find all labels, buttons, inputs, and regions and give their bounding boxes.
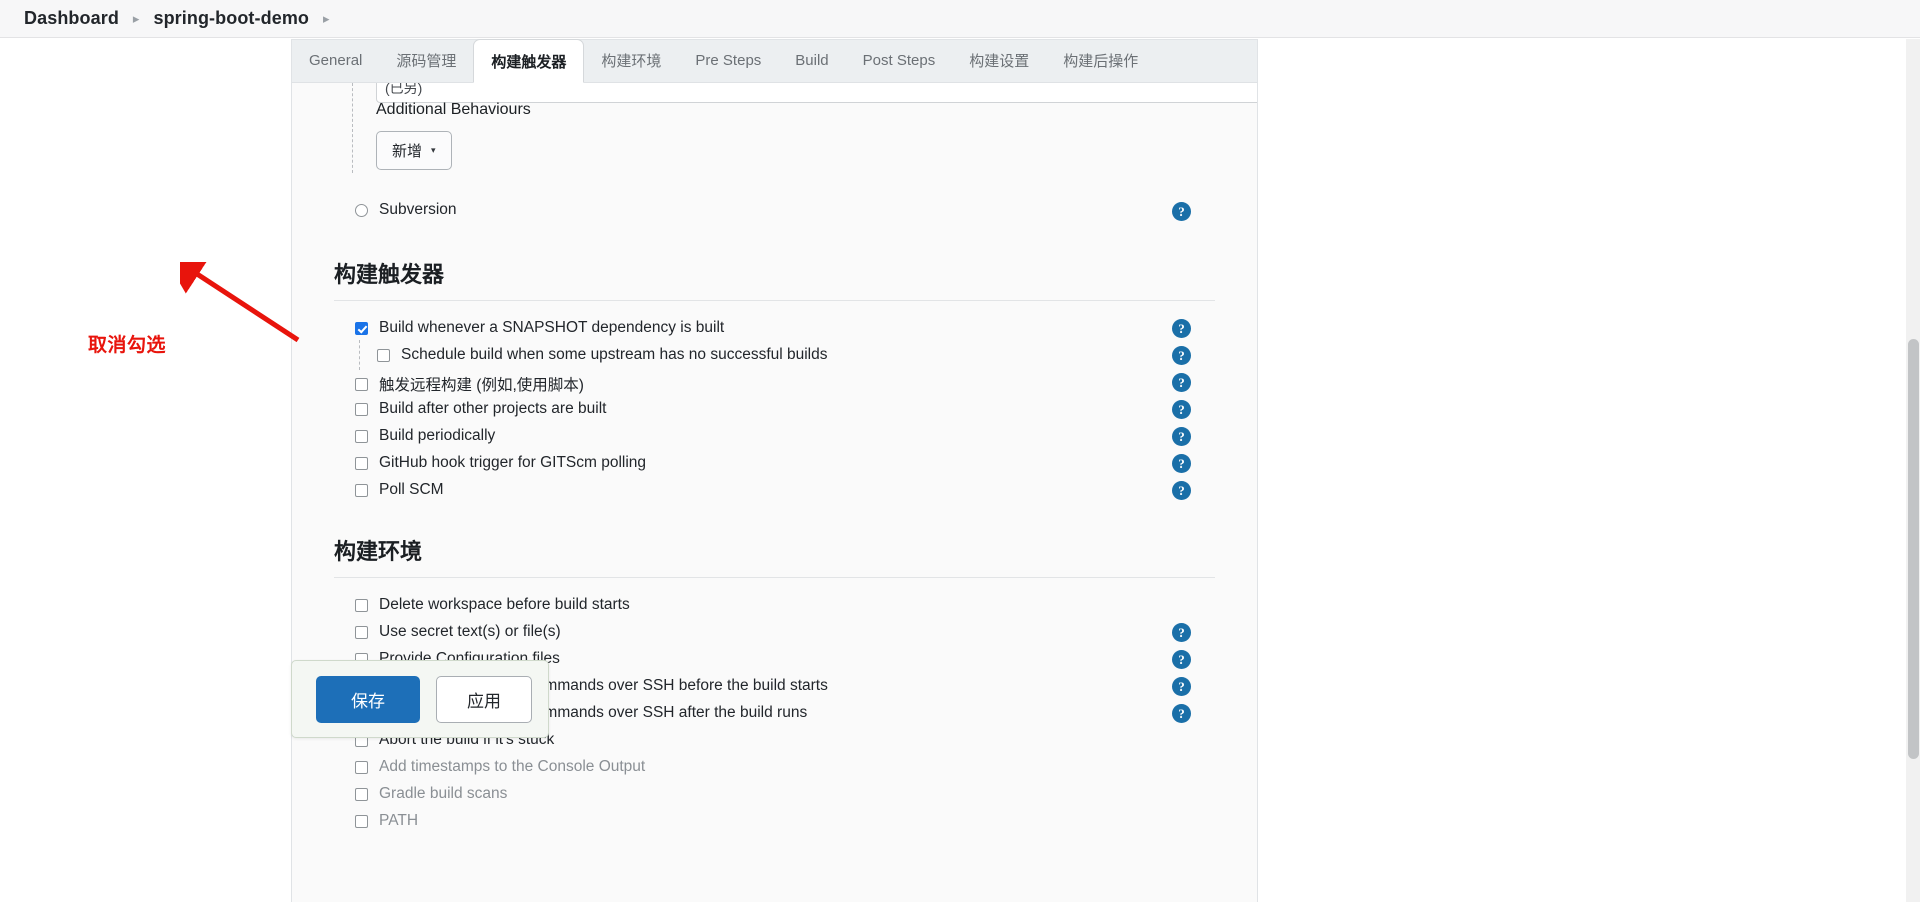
config-tabs: General 源码管理 构建触发器 构建环境 Pre Steps Build … xyxy=(291,39,1258,83)
checkbox-icon-poll-scm[interactable] xyxy=(355,483,368,497)
scm-option-subversion[interactable]: Subversion xyxy=(355,201,457,219)
nested-guide-line xyxy=(359,340,360,370)
env-label-gradle-scans: Gradle build scans xyxy=(379,785,508,802)
tab-build[interactable]: Build xyxy=(778,39,845,82)
breadcrumb-item-dashboard[interactable]: Dashboard xyxy=(24,8,119,29)
help-icon-schedule-upstream[interactable]: ? xyxy=(1172,346,1191,365)
checkbox-icon-github-hook[interactable] xyxy=(355,456,368,470)
additional-behaviours-label: Additional Behaviours xyxy=(376,101,531,118)
tab-build-environment[interactable]: 构建环境 xyxy=(584,39,678,82)
help-icon-ssh-before[interactable]: ? xyxy=(1172,677,1191,696)
checkbox-icon-snapshot-dependency[interactable] xyxy=(355,321,368,335)
help-icon-config-files[interactable]: ? xyxy=(1172,650,1191,669)
trigger-label-poll-scm: Poll SCM xyxy=(379,481,444,498)
tab-source-code-management[interactable]: 源码管理 xyxy=(379,39,473,82)
page-scrollbar-thumb[interactable] xyxy=(1908,339,1919,759)
trigger-row-poll-scm[interactable]: Poll SCM xyxy=(355,481,444,499)
trigger-row-github-hook[interactable]: GitHub hook trigger for GITScm polling xyxy=(355,454,646,472)
trigger-row-snapshot-dependency[interactable]: Build whenever a SNAPSHOT dependency is … xyxy=(355,319,724,337)
section-heading-build-triggers: 构建触发器 xyxy=(334,257,1215,301)
tab-post-build-actions[interactable]: 构建后操作 xyxy=(1046,39,1155,82)
tab-build-settings[interactable]: 构建设置 xyxy=(952,39,1046,82)
apply-button[interactable]: 应用 xyxy=(436,675,532,723)
checkbox-icon-build-periodically[interactable] xyxy=(355,429,368,443)
chevron-down-icon: ▾ xyxy=(431,145,436,155)
tab-general[interactable]: General xyxy=(292,39,379,82)
tab-build-triggers[interactable]: 构建触发器 xyxy=(473,39,585,83)
env-label-timestamps: Add timestamps to the Console Output xyxy=(379,758,646,775)
section-heading-build-environment: 构建环境 xyxy=(334,534,1215,578)
tab-post-steps[interactable]: Post Steps xyxy=(846,39,953,82)
env-row-delete-workspace[interactable]: Delete workspace before build starts xyxy=(355,596,630,614)
env-row-path[interactable]: PATH xyxy=(355,812,418,830)
help-icon-build-periodically[interactable]: ? xyxy=(1172,427,1191,446)
env-row-timestamps[interactable]: Add timestamps to the Console Output xyxy=(355,758,645,776)
env-label-delete-workspace: Delete workspace before build starts xyxy=(379,596,630,613)
breadcrumb-separator-icon: ▸ xyxy=(132,10,140,26)
help-icon-snapshot-dependency[interactable]: ? xyxy=(1172,319,1191,338)
scm-option-subversion-label: Subversion xyxy=(379,201,457,218)
trigger-row-after-other-projects[interactable]: Build after other projects are built xyxy=(355,400,606,418)
checkbox-icon-delete-workspace[interactable] xyxy=(355,598,368,612)
tab-pre-steps[interactable]: Pre Steps xyxy=(678,39,778,82)
scm-text-field[interactable]: (已另) xyxy=(376,83,1257,103)
env-label-path: PATH xyxy=(379,812,419,829)
env-row-secret-text[interactable]: Use secret text(s) or file(s) xyxy=(355,623,561,641)
trigger-label-schedule-upstream: Schedule build when some upstream has no… xyxy=(401,346,828,363)
help-icon-github-hook[interactable]: ? xyxy=(1172,454,1191,473)
trigger-row-schedule-upstream[interactable]: Schedule build when some upstream has no… xyxy=(355,340,828,370)
trigger-label-github-hook: GitHub hook trigger for GITScm polling xyxy=(379,454,647,471)
radio-icon-subversion[interactable] xyxy=(355,203,368,217)
build-triggers-list: Build whenever a SNAPSHOT dependency is … xyxy=(334,301,1215,504)
help-icon-poll-scm[interactable]: ? xyxy=(1172,481,1191,500)
trigger-row-build-periodically[interactable]: Build periodically xyxy=(355,427,495,445)
checkbox-icon-remote-build[interactable] xyxy=(355,377,368,391)
save-button[interactable]: 保存 xyxy=(316,675,420,723)
annotation-label: 取消勾选 xyxy=(88,335,167,356)
help-icon-ssh-after[interactable]: ? xyxy=(1172,704,1191,723)
checkbox-icon-path[interactable] xyxy=(355,814,368,828)
checkbox-icon-timestamps[interactable] xyxy=(355,760,368,774)
breadcrumb-separator-icon-2: ▸ xyxy=(323,10,330,26)
env-row-gradle-scans[interactable]: Gradle build scans xyxy=(355,785,507,803)
trigger-label-build-periodically: Build periodically xyxy=(379,427,496,444)
help-icon-after-other-projects[interactable]: ? xyxy=(1172,400,1191,419)
env-label-secret-text: Use secret text(s) or file(s) xyxy=(379,623,561,640)
checkbox-icon-secret-text[interactable] xyxy=(355,625,368,639)
page-scrollbar-track[interactable] xyxy=(1906,39,1920,902)
checkbox-icon-schedule-upstream[interactable] xyxy=(377,348,390,362)
breadcrumb: Dashboard ▸ spring-boot-demo ▸ xyxy=(0,0,1920,38)
help-icon-remote-build[interactable]: ? xyxy=(1172,373,1191,392)
trigger-row-remote-build[interactable]: 触发远程构建 (例如,使用脚本) xyxy=(355,373,584,395)
checkbox-icon-gradle-scans[interactable] xyxy=(355,787,368,801)
add-behaviour-button[interactable]: 新增 ▾ xyxy=(376,131,452,170)
form-action-bar: 保存 应用 xyxy=(291,660,549,738)
breadcrumb-item-project[interactable]: spring-boot-demo xyxy=(153,8,309,29)
help-icon-secret-text[interactable]: ? xyxy=(1172,623,1191,642)
config-form-panel: (已另) Additional Behaviours 新增 ▾ Subversi… xyxy=(291,83,1258,902)
help-icon-subversion[interactable]: ? xyxy=(1172,202,1191,221)
trigger-label-after-other-projects: Build after other projects are built xyxy=(379,400,607,417)
annotation-arrow-icon xyxy=(180,262,300,343)
repeater-guide-line xyxy=(352,83,353,173)
trigger-label-remote-build: 触发远程构建 (例如,使用脚本) xyxy=(379,377,584,394)
trigger-label-snapshot-dependency: Build whenever a SNAPSHOT dependency is … xyxy=(379,319,725,336)
add-behaviour-label: 新增 xyxy=(392,143,423,160)
checkbox-icon-after-other-projects[interactable] xyxy=(355,402,368,416)
